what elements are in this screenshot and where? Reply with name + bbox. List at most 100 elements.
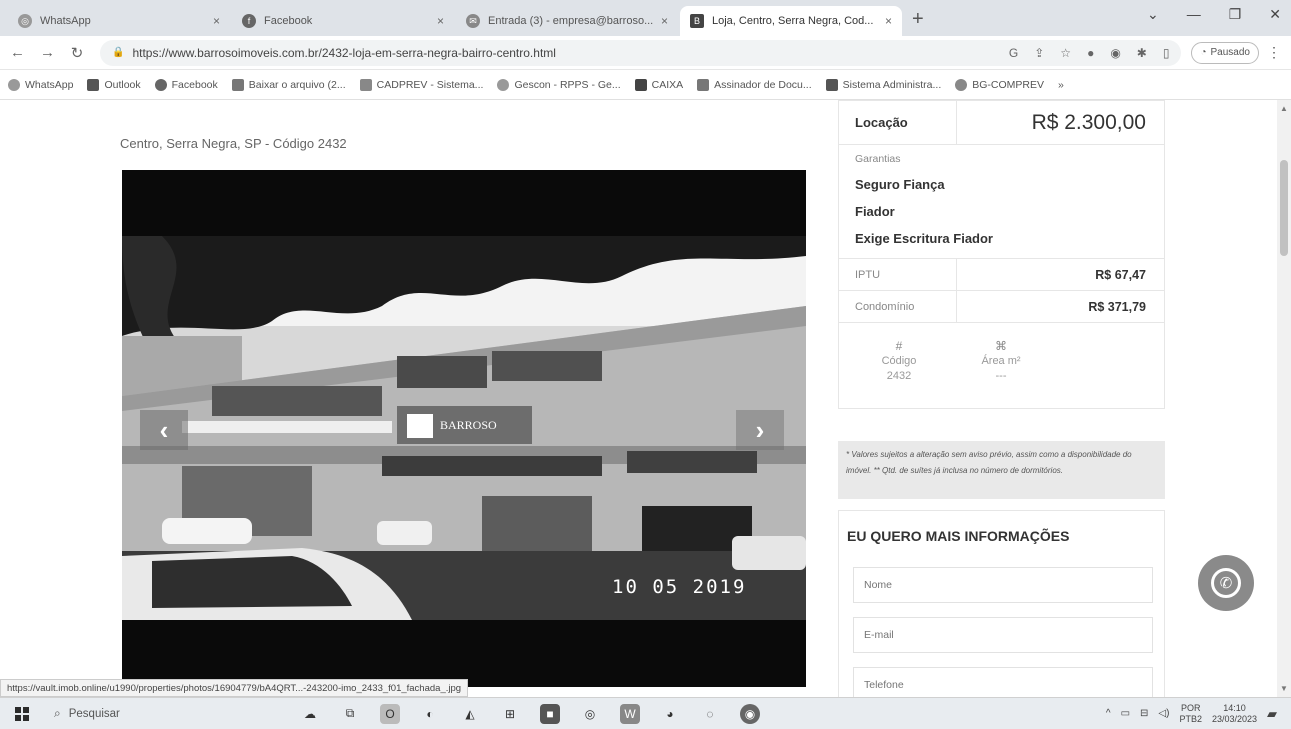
tab-email[interactable]: ✉ Entrada (3) - empresa@barroso... × (456, 6, 678, 36)
extension-icon[interactable]: ● (1087, 46, 1094, 60)
side-panel-icon[interactable]: ▯ (1163, 46, 1170, 60)
scroll-up-icon[interactable]: ▲ (1280, 104, 1288, 113)
close-tab-icon[interactable]: × (437, 14, 444, 28)
address-bar-row: ← → ↻ 🔒 https://www.barrosoimoveis.com.b… (0, 36, 1291, 70)
app-icon[interactable]: ■ (540, 703, 560, 724)
profile-label: Pausado (1210, 47, 1250, 58)
bookmark-item[interactable]: Facebook (154, 78, 218, 91)
name-field[interactable] (853, 567, 1153, 603)
share-icon[interactable]: ⇪ (1034, 46, 1044, 60)
bookmark-label: CAIXA (651, 78, 684, 91)
rent-price: R$ 2.300,00 (1031, 110, 1146, 134)
close-window-icon[interactable]: ✕ (1269, 6, 1281, 23)
tab-strip: ◎ WhatsApp × f Facebook × ✉ Entrada (3) … (0, 0, 1291, 36)
url-field[interactable]: 🔒 https://www.barrosoimoveis.com.br/2432… (100, 39, 1182, 66)
bookmark-item[interactable]: CAIXA (634, 78, 684, 91)
task-view-icon[interactable]: ⧉ (340, 704, 360, 724)
close-tab-icon[interactable]: × (213, 14, 220, 28)
keyboard-layout: PTB2 (1179, 713, 1202, 724)
email-field[interactable] (853, 617, 1153, 653)
rent-row: Locação R$ 2.300,00 (839, 101, 1164, 145)
language-indicator[interactable]: POR PTB2 (1179, 703, 1202, 725)
guarantee-item: Seguro Fiança (855, 177, 945, 192)
tab-listing[interactable]: B Loja, Centro, Serra Negra, Cod... × (680, 6, 902, 36)
profile-button[interactable]: ◔ Pausado (1191, 41, 1259, 64)
restore-icon[interactable]: ❐ (1229, 6, 1242, 23)
chrome-icon[interactable]: ◎ (580, 704, 600, 724)
bookmark-label: BG-COMPREV (972, 78, 1045, 91)
start-button[interactable] (0, 706, 44, 721)
back-icon[interactable]: ← (10, 44, 25, 61)
window-controls: ⌄ — ❐ ✕ (1147, 6, 1281, 23)
google-lens-icon[interactable]: G (1009, 46, 1018, 60)
bookmark-item[interactable]: BG-COMPREV (955, 78, 1045, 91)
system-tray: ^ ▭ ⊟ ◁) POR PTB2 14:10 23/03/2023 ▰ (1106, 703, 1291, 725)
taskbar-search[interactable]: ⌕ Pesquisar (44, 701, 234, 727)
scroll-down-icon[interactable]: ▼ (1280, 684, 1288, 693)
bookmark-item[interactable]: WhatsApp (8, 78, 73, 91)
edge-icon[interactable]: ◐ (420, 704, 440, 724)
scrollbar-thumb[interactable] (1280, 160, 1288, 256)
bookmark-item[interactable]: CADPREV - Sistema... (359, 78, 483, 91)
avatar: ◔ (1200, 47, 1207, 58)
barroso-sign: BARROSO (440, 418, 497, 432)
gescon-icon (497, 78, 510, 91)
volume-icon[interactable]: ◁) (1158, 708, 1169, 719)
word-icon[interactable]: W (620, 703, 640, 724)
feature-label: Código (881, 355, 917, 367)
close-tab-icon[interactable]: × (885, 14, 892, 28)
fee-value: R$ 371,79 (1088, 299, 1146, 314)
bookmark-item[interactable]: Outlook (87, 78, 141, 91)
bookmark-item[interactable]: Sistema Administra... (825, 78, 941, 91)
feature-label: Área m² (981, 355, 1021, 367)
minimize-icon[interactable]: — (1187, 6, 1201, 23)
store-icon[interactable]: ⊞ (500, 704, 520, 724)
listing-location: Centro, Serra Negra, SP - Código 2432 (120, 136, 347, 151)
whatsapp-chat-button[interactable]: ✆ (1198, 555, 1254, 611)
tab-title: Entrada (3) - empresa@barroso... (488, 15, 654, 27)
bookmark-item[interactable]: Assinador de Docu... (697, 78, 812, 91)
tray-overflow-icon[interactable]: ^ (1106, 708, 1111, 719)
property-photo[interactable]: BARROSO (122, 236, 806, 620)
whatsapp-icon: ✆ (1211, 568, 1241, 598)
outlook-app-icon[interactable]: O (380, 703, 400, 724)
bookmark-item[interactable]: Baixar o arquivo (2... (231, 78, 346, 91)
tab-search-icon[interactable]: ⌄ (1147, 6, 1159, 23)
previous-photo-button[interactable]: ‹ (140, 410, 188, 450)
bookmark-label: Outlook (104, 78, 141, 91)
page-scrollbar[interactable]: ▲ ▼ (1277, 100, 1291, 697)
extension-icon[interactable]: ◉ (1110, 46, 1120, 60)
active-browser-icon[interactable]: ◉ (740, 703, 760, 724)
reload-icon[interactable]: ↻ (70, 44, 84, 62)
tab-facebook[interactable]: f Facebook × (232, 6, 454, 36)
forward-icon[interactable]: → (40, 44, 55, 61)
tab-whatsapp[interactable]: ◎ WhatsApp × (8, 6, 230, 36)
bookmark-star-icon[interactable]: ☆ (1060, 46, 1071, 60)
browser-menu-icon[interactable]: ⋮ (1267, 44, 1281, 61)
barroso-favicon-icon: B (690, 14, 704, 28)
phone-field[interactable] (853, 667, 1153, 697)
new-tab-icon[interactable]: + (912, 8, 924, 31)
download-icon (231, 78, 244, 91)
chrome-alt-icon[interactable]: ◌ (700, 704, 720, 724)
lock-icon[interactable]: 🔒 (112, 47, 124, 58)
whatsapp-icon (8, 78, 20, 91)
bookmarks-overflow-icon[interactable]: » (1058, 79, 1064, 91)
url-text: https://www.barrosoimoveis.com.br/2432-l… (132, 45, 556, 60)
search-placeholder: Pesquisar (68, 707, 120, 720)
clock[interactable]: 14:10 23/03/2023 (1212, 703, 1257, 725)
fee-row-condominio: Condomínio R$ 371,79 (839, 290, 1164, 322)
widgets-icon[interactable]: ☁ (300, 704, 320, 724)
close-tab-icon[interactable]: × (661, 14, 668, 28)
whatsapp-favicon-icon: ◎ (18, 14, 32, 28)
battery-icon[interactable]: ▭ (1121, 708, 1130, 719)
bookmark-item[interactable]: Gescon - RPPS - Ge... (497, 78, 621, 91)
notifications-icon[interactable]: ▰ (1267, 706, 1277, 722)
contact-form-title: EU QUERO MAIS INFORMAÇÕES (847, 528, 1070, 544)
firefox-icon[interactable]: ◕ (660, 704, 680, 724)
bookmark-label: Assinador de Docu... (714, 78, 812, 91)
photos-icon[interactable]: ◭ (460, 704, 480, 724)
next-photo-button[interactable]: › (736, 410, 784, 450)
extensions-puzzle-icon[interactable]: ✱ (1137, 46, 1147, 60)
network-icon[interactable]: ⊟ (1140, 708, 1148, 719)
